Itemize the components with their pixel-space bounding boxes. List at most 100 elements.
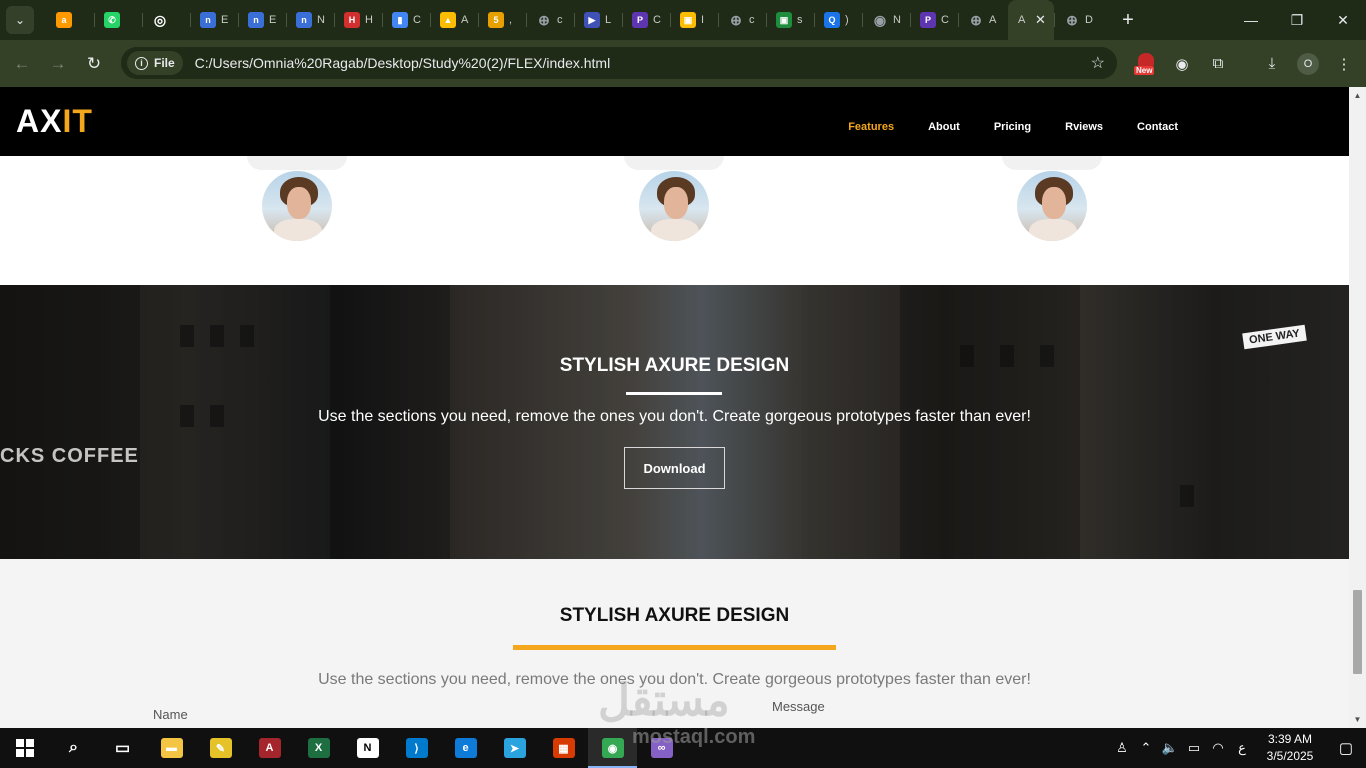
browser-tab[interactable]: PC bbox=[910, 0, 958, 40]
browser-tab[interactable]: ▲ A bbox=[430, 0, 478, 40]
browser-tab[interactable]: nE bbox=[190, 0, 238, 40]
taskbar-app[interactable]: X bbox=[294, 728, 343, 768]
search-button[interactable]: ⌕ bbox=[49, 728, 98, 768]
browser-tab[interactable]: HH bbox=[334, 0, 382, 40]
taskbar-app[interactable]: ▬ bbox=[147, 728, 196, 768]
tabs: a ✆ ◎ n En En N H H ▮ C ▲ A 5, ⊕ c ▶ L P C ▣ I ⊕ c ▣ s Q) ◉ N P C ⊕ A A ✕ ⊕… bbox=[46, 0, 1102, 40]
minimize-button[interactable]: — bbox=[1228, 0, 1274, 40]
hsu-icon: H bbox=[344, 12, 360, 28]
browser-tab[interactable]: a bbox=[46, 0, 94, 40]
scroll-thumb[interactable] bbox=[1353, 590, 1362, 674]
nav-link-about[interactable]: About bbox=[928, 121, 960, 133]
start-button[interactable] bbox=[0, 728, 49, 768]
system-tray: ♙ ⌃ 🔈 ▭ ◠ ع 3:39 AM 3/5/2025 ▢ bbox=[1110, 728, 1366, 768]
page-scrollbar[interactable]: ▲ ▼ bbox=[1349, 87, 1366, 728]
download-button[interactable]: Download bbox=[624, 447, 725, 489]
taskbar-app[interactable]: e bbox=[441, 728, 490, 768]
taskbar-app[interactable]: ➤ bbox=[490, 728, 539, 768]
puzzle-extensions-icon[interactable]: ⧉ bbox=[1203, 40, 1233, 87]
clock[interactable]: 3:39 AM 3/5/2025 bbox=[1254, 731, 1326, 765]
close-window-button[interactable]: ✕ bbox=[1320, 0, 1366, 40]
taskbar-app[interactable]: ▦ bbox=[539, 728, 588, 768]
site-info-chip[interactable]: i File bbox=[127, 51, 183, 75]
restore-button[interactable]: ❐ bbox=[1274, 0, 1320, 40]
browser-tab[interactable]: ▶ L bbox=[574, 0, 622, 40]
address-bar[interactable]: i File C:/Users/Omnia%20Ragab/Desktop/St… bbox=[121, 47, 1117, 79]
browser-tab[interactable]: ⊕ A bbox=[958, 0, 1006, 40]
browser-tab[interactable]: ⊕ c bbox=[526, 0, 574, 40]
download-icon[interactable]: ⤓ bbox=[1257, 40, 1287, 87]
scroll-up-icon[interactable]: ▲ bbox=[1349, 87, 1366, 104]
team-card-edge bbox=[1002, 156, 1102, 170]
message-label: Message bbox=[772, 699, 825, 714]
file-explorer-icon: ▬ bbox=[160, 738, 183, 758]
taskbar-app[interactable]: N bbox=[343, 728, 392, 768]
reload-button[interactable]: ↻ bbox=[76, 46, 112, 82]
browser-tab[interactable]: 5, bbox=[478, 0, 526, 40]
browser-tab[interactable]: ▣ s bbox=[766, 0, 814, 40]
p-icon: P bbox=[632, 12, 648, 28]
new-tab-button[interactable]: + bbox=[1114, 9, 1142, 32]
site-nav-links: Features About Pricing Rviews Contact bbox=[848, 121, 1178, 133]
excel-icon: X bbox=[307, 738, 330, 758]
tab-search-button[interactable]: ⌄ bbox=[6, 6, 34, 34]
nav-link-rviews[interactable]: Rviews bbox=[1065, 121, 1103, 133]
extension-eyes-icon[interactable]: ◉ bbox=[1167, 40, 1197, 87]
site-logo[interactable]: AXIT bbox=[16, 103, 93, 140]
video-icon: ▶ bbox=[584, 12, 600, 28]
chevron-down-icon: ⌄ bbox=[14, 13, 26, 27]
nav-link-features[interactable]: Features bbox=[848, 121, 894, 133]
wifi-icon[interactable]: ◠ bbox=[1206, 740, 1230, 756]
taskbar-app[interactable]: A bbox=[245, 728, 294, 768]
browser-tab[interactable]: ✆ bbox=[94, 0, 142, 40]
tab-title: I bbox=[701, 14, 705, 26]
globe-icon: ⊕ bbox=[1066, 11, 1078, 28]
notion-n-icon: n bbox=[200, 12, 216, 28]
nav-link-contact[interactable]: Contact bbox=[1137, 121, 1178, 133]
volume-icon[interactable]: 🔈 bbox=[1158, 740, 1182, 756]
taskbar-app[interactable]: ◉ bbox=[588, 728, 637, 768]
notion-n-icon: n bbox=[248, 12, 264, 28]
close-tab-icon[interactable]: ✕ bbox=[1035, 12, 1046, 28]
hero-text: Use the sections you need, remove the on… bbox=[318, 408, 1031, 425]
taskbar-app[interactable]: ✎ bbox=[196, 728, 245, 768]
browser-tab[interactable]: nE bbox=[238, 0, 286, 40]
tab-title: D bbox=[1085, 14, 1093, 26]
profile-button[interactable]: O bbox=[1293, 40, 1323, 87]
arrow-right-icon: → bbox=[49, 53, 67, 73]
scroll-down-icon[interactable]: ▼ bbox=[1349, 711, 1366, 728]
browser-tab[interactable]: ◉ N bbox=[862, 0, 910, 40]
browser-tab[interactable]: ⊕ D bbox=[1054, 0, 1102, 40]
globe-icon: ⊕ bbox=[970, 11, 982, 28]
tab-title: ) bbox=[845, 14, 849, 26]
browser-tab[interactable]: nN bbox=[286, 0, 334, 40]
info-icon: i bbox=[135, 56, 148, 70]
chevron-up-icon[interactable]: ⌃ bbox=[1134, 740, 1158, 756]
task-view-button[interactable]: ▭ bbox=[98, 728, 147, 768]
browser-tab[interactable]: PC bbox=[622, 0, 670, 40]
battery-icon[interactable]: ▭ bbox=[1182, 740, 1206, 756]
browser-toolbar: ← → ↻ i File C:/Users/Omnia%20Ragab/Desk… bbox=[0, 40, 1366, 87]
browser-tab[interactable]: ◎ bbox=[142, 0, 190, 40]
language-indicator[interactable]: ع bbox=[1230, 740, 1254, 756]
logo-main: AX bbox=[16, 103, 63, 139]
url-text[interactable]: C:/Users/Omnia%20Ragab/Desktop/Study%20(… bbox=[195, 55, 611, 71]
menu-kebab-icon[interactable]: ⋮ bbox=[1329, 40, 1359, 87]
taskbar-app[interactable]: ⟩ bbox=[392, 728, 441, 768]
browser-tab[interactable]: Q) bbox=[814, 0, 862, 40]
notification-icon[interactable]: ▢ bbox=[1326, 739, 1366, 757]
browser-tab[interactable]: ▣ I bbox=[670, 0, 718, 40]
back-button[interactable]: ← bbox=[4, 46, 40, 82]
quiz-icon: Q bbox=[824, 12, 840, 28]
people-icon[interactable]: ♙ bbox=[1110, 740, 1134, 756]
tab-title: N bbox=[317, 14, 325, 26]
forward-button[interactable]: → bbox=[40, 46, 76, 82]
task-view-icon: ▭ bbox=[114, 740, 131, 757]
browser-tab-active[interactable]: A ✕ bbox=[1008, 0, 1054, 40]
access-icon: A bbox=[258, 738, 281, 758]
browser-tab[interactable]: ⊕ c bbox=[718, 0, 766, 40]
bookmark-star-icon[interactable]: ☆ bbox=[1091, 53, 1105, 73]
nav-link-pricing[interactable]: Pricing bbox=[994, 121, 1031, 133]
browser-tab[interactable]: ▮ C bbox=[382, 0, 430, 40]
new-extension-button[interactable]: New bbox=[1131, 40, 1161, 87]
